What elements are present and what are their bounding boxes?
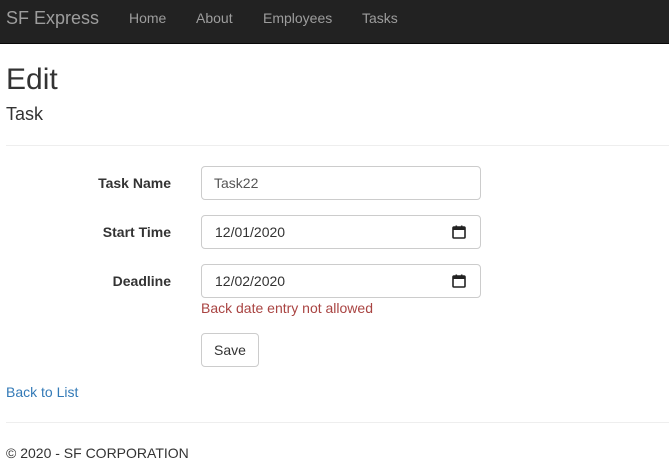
page-subtitle: Task <box>6 104 44 124</box>
back-to-list-link[interactable]: Back to List <box>6 384 78 400</box>
start-time-value: 12/01/2020 <box>215 224 286 240</box>
start-time-label: Start Time <box>102 224 171 240</box>
task-name-input[interactable] <box>201 166 481 200</box>
nav-link-about[interactable]: About <box>196 10 233 26</box>
page-title: Edit <box>6 63 58 96</box>
start-time-input[interactable]: 12/01/2020 <box>201 215 481 249</box>
deadline-validation-message: Back date entry not allowed <box>201 300 373 316</box>
save-button[interactable]: Save <box>201 333 259 367</box>
nav-link-employees[interactable]: Employees <box>263 10 332 26</box>
deadline-value: 12/02/2020 <box>215 273 286 289</box>
deadline-input[interactable]: 12/02/2020 <box>201 264 481 298</box>
calendar-icon[interactable] <box>452 225 466 239</box>
calendar-icon[interactable] <box>452 274 466 288</box>
task-name-label: Task Name <box>98 175 171 191</box>
footer-divider <box>6 422 669 423</box>
header-divider <box>6 145 669 146</box>
navbar: SF Express Home About Employees Tasks <box>0 0 669 44</box>
nav-link-home[interactable]: Home <box>129 10 166 26</box>
deadline-label: Deadline <box>112 273 171 289</box>
nav-link-tasks[interactable]: Tasks <box>362 10 398 26</box>
brand-link[interactable]: SF Express <box>6 8 99 28</box>
footer-text: © 2020 - SF CORPORATION <box>6 445 189 461</box>
